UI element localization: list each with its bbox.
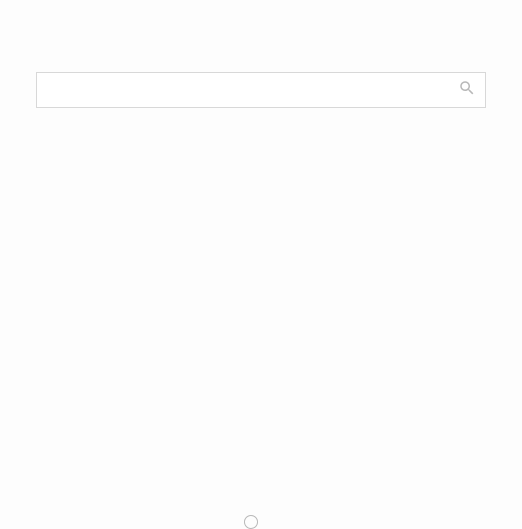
search-box (36, 72, 486, 108)
decorative-circle (244, 515, 258, 529)
search-button[interactable] (449, 73, 485, 107)
search-input[interactable] (37, 73, 449, 107)
search-icon (458, 79, 476, 102)
